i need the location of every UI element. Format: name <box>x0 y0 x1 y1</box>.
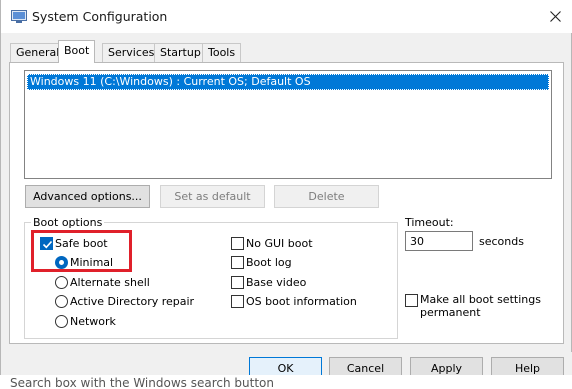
close-button[interactable] <box>537 0 572 33</box>
background-text: Search box with the Windows search butto… <box>10 376 274 389</box>
timeout-unit-label: seconds <box>479 235 524 248</box>
os-boot-information-label[interactable]: OS boot information <box>246 295 357 308</box>
highlight-annotation-box <box>31 230 132 272</box>
boot-log-label[interactable]: Boot log <box>246 256 292 269</box>
base-video-checkbox[interactable] <box>231 276 244 289</box>
active-directory-repair-label[interactable]: Active Directory repair <box>70 295 194 308</box>
active-directory-repair-radio[interactable] <box>55 295 68 308</box>
no-gui-boot-label[interactable]: No GUI boot <box>246 237 313 250</box>
boot-options-title: Boot options <box>31 216 105 229</box>
delete-button[interactable]: Delete <box>274 185 379 208</box>
make-permanent-checkbox[interactable] <box>405 294 418 307</box>
alternate-shell-radio[interactable] <box>55 276 68 289</box>
network-radio[interactable] <box>55 315 68 328</box>
tab-services[interactable]: Services <box>102 43 161 62</box>
advanced-options-button[interactable]: Advanced options... <box>25 185 150 208</box>
base-video-label[interactable]: Base video <box>246 276 306 289</box>
timeout-label: Timeout: <box>405 216 454 229</box>
background-page-strip: Search box with the Windows search butto… <box>0 375 572 389</box>
system-configuration-window: System Configuration General Boot Servic… <box>0 0 572 383</box>
title-bar[interactable]: System Configuration <box>1 0 572 33</box>
tab-boot[interactable]: Boot <box>58 40 96 63</box>
boot-log-checkbox[interactable] <box>231 256 244 269</box>
make-permanent-label-line1[interactable]: Make all boot settings <box>420 293 541 306</box>
tab-startup[interactable]: Startup <box>154 43 207 62</box>
msconfig-icon <box>11 10 27 24</box>
timeout-input[interactable] <box>405 231 473 251</box>
no-gui-boot-checkbox[interactable] <box>231 237 244 250</box>
alternate-shell-label[interactable]: Alternate shell <box>70 276 150 289</box>
make-permanent-label-line2[interactable]: permanent <box>420 306 481 319</box>
os-list-item[interactable]: Windows 11 (C:\Windows) : Current OS; De… <box>27 74 549 90</box>
os-list[interactable]: Windows 11 (C:\Windows) : Current OS; De… <box>24 70 552 179</box>
os-boot-information-checkbox[interactable] <box>231 295 244 308</box>
close-icon <box>550 11 561 22</box>
set-as-default-button[interactable]: Set as default <box>160 185 265 208</box>
tab-tools[interactable]: Tools <box>202 43 242 62</box>
window-title: System Configuration <box>32 9 168 24</box>
network-label[interactable]: Network <box>70 315 116 328</box>
